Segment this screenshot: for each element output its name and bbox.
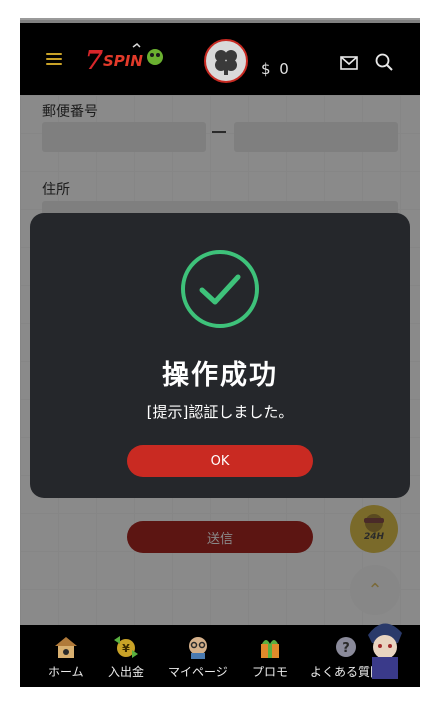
app-screen: 郵便番号 住所 送信 24H ⌃ 7 SPIN $ 0 ホーム ¥ 入出金 マイ… [20, 20, 420, 687]
postal-code-label: 郵便番号 [42, 104, 98, 120]
faq-icon: ? [336, 637, 356, 657]
nav-label: マイページ [168, 665, 228, 679]
chat-badge-text: 24H [363, 532, 385, 542]
live-chat-button[interactable]: 24H [350, 505, 398, 553]
scroll-to-top-button[interactable]: ⌃ [350, 565, 400, 615]
svg-text:?: ? [342, 641, 350, 656]
hamburger-icon[interactable] [46, 53, 62, 66]
chevron-up-icon: ⌃ [367, 579, 383, 601]
top-header: 7 SPIN $ 0 [20, 23, 420, 95]
postal-code-second-input[interactable] [234, 122, 398, 152]
bottom-navigation: ホーム ¥ 入出金 マイページ プロモ ? よくある質問 [20, 623, 420, 687]
balance-amount: $ 0 [261, 60, 291, 78]
postal-separator [212, 131, 226, 133]
success-dialog: 操作成功 [提示]認証しました。 OK [30, 213, 410, 498]
mypage-icon [188, 637, 207, 659]
svg-text:7: 7 [85, 46, 103, 75]
mail-icon[interactable] [340, 55, 358, 74]
nav-label: プロモ [252, 665, 289, 679]
ok-button[interactable]: OK [127, 445, 313, 477]
nav-item-home[interactable]: ホーム [48, 625, 84, 687]
nav-item-promo[interactable]: プロモ [252, 625, 288, 687]
mascot-character [358, 613, 410, 683]
submit-button[interactable]: 送信 [127, 521, 313, 553]
nav-label: ホーム [48, 665, 84, 679]
svg-text:¥: ¥ [122, 642, 130, 655]
nav-item-deposit[interactable]: ¥ 入出金 [108, 625, 144, 687]
svg-text:SPIN: SPIN [103, 52, 143, 70]
check-circle-icon [174, 248, 266, 334]
address-label: 住所 [42, 182, 70, 198]
postal-code-first-input[interactable] [42, 122, 206, 152]
dialog-title: 操作成功 [162, 360, 278, 391]
nav-label: 入出金 [108, 665, 145, 679]
avatar[interactable] [204, 39, 248, 83]
brand-logo[interactable]: 7 SPIN [83, 43, 167, 76]
deposit-withdraw-icon: ¥ [114, 636, 138, 658]
home-icon [54, 637, 77, 658]
search-icon[interactable] [375, 53, 393, 75]
dialog-message: [提示]認証しました。 [146, 403, 294, 421]
chat-agent-icon [364, 514, 384, 532]
nav-item-mypage[interactable]: マイページ [168, 625, 228, 687]
gift-icon [261, 640, 279, 658]
